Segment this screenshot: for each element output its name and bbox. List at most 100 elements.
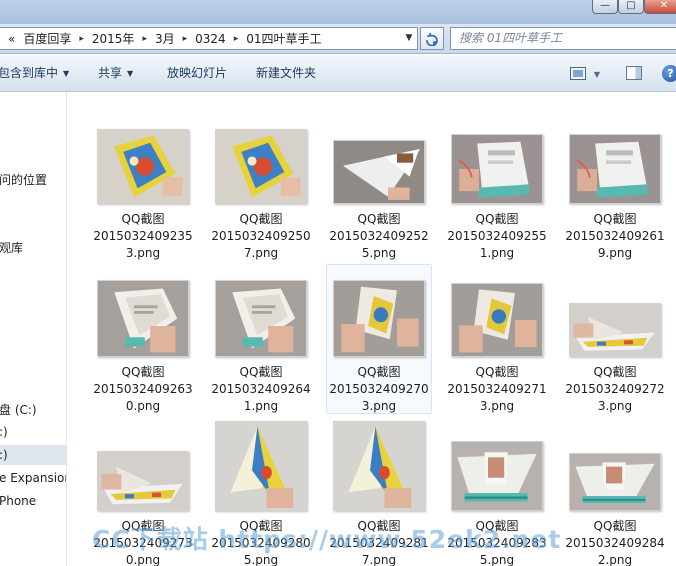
file-name-line: 0.png [125,553,161,566]
nav-item-drive[interactable]: :) [0,422,66,442]
file-name-line: 9.png [597,246,633,260]
nav-item-drive-c[interactable]: 盘 (C:) [0,400,66,420]
file-thumbnail [333,280,425,357]
file-item[interactable]: QQ截图 2015032409283 5.png [444,418,550,566]
share-button[interactable]: 共享 ▼ [98,55,133,92]
file-thumbnail [451,134,543,204]
file-item[interactable]: QQ截图 2015032409270 3.png [326,264,432,414]
nav-item-libraries[interactable]: 观库 [0,238,66,258]
file-name-line: 7.png [243,246,279,260]
nav-item-drive-selected[interactable]: :) [0,445,66,465]
file-name: QQ截图 2015032409263 0.png [91,364,195,415]
file-item[interactable]: QQ截图 2015032409261 9.png [562,111,668,261]
file-name-line: QQ截图 [239,519,283,533]
file-thumbnail [451,441,543,511]
minimize-button[interactable]: — [592,0,618,14]
file-name: QQ截图 2015032409235 3.png [91,211,195,262]
file-name-line: 5.png [361,246,397,260]
file-name: QQ截图 2015032409270 3.png [327,364,431,415]
new-folder-button[interactable]: 新建文件夹 [256,55,316,92]
chevron-down-icon: ▼ [127,69,134,78]
refresh-icon [426,33,438,47]
file-item[interactable]: QQ截图 2015032409250 7.png [208,111,314,261]
file-item[interactable]: QQ截图 2015032409264 1.png [208,264,314,414]
preview-pane-button[interactable] [626,66,642,80]
chevron-down-icon: ▼ [593,70,600,79]
file-name: QQ截图 2015032409264 1.png [209,364,313,415]
file-thumbnail [569,453,661,511]
file-item[interactable]: QQ截图 2015032409273 0.png [90,418,196,566]
file-name-line: 2.png [597,553,633,566]
nav-item-expansion-drive[interactable]: e Expansion [0,468,66,488]
file-name-line: 2015032409235 [93,229,193,243]
file-item[interactable]: QQ截图 2015032409263 0.png [90,264,196,414]
slideshow-button[interactable]: 放映幻灯片 [167,55,227,92]
file-item[interactable]: QQ截图 2015032409280 5.png [208,418,314,566]
file-name-line: 7.png [361,553,397,566]
breadcrumb-item-current[interactable]: 01四叶草手工 [242,30,325,47]
file-name-line: QQ截图 [357,365,401,379]
file-item[interactable]: QQ截图 2015032409252 5.png [326,111,432,261]
breadcrumb-item[interactable]: 0324 [191,32,230,46]
file-name-line: QQ截图 [121,212,165,226]
file-name: QQ截图 2015032409281 7.png [327,518,431,566]
address-row: « 百度回享 ▸ 2015年 ▸ 3月 ▸ 0324 ▸ 01四叶草手工 ▼ 搜… [0,24,676,54]
search-input[interactable]: 搜索 01四叶草手工 [450,27,676,50]
file-name: QQ截图 2015032409252 5.png [327,211,431,262]
nav-item-recent-places[interactable]: 问的位置 [0,170,66,190]
file-name-line: 2015032409250 [211,229,311,243]
file-name-line: 2015032409280 [211,536,311,550]
include-in-library-label: 包含到库中 [0,66,59,80]
breadcrumb-overflow-chevron[interactable]: « [4,32,19,46]
file-name-line: QQ截图 [239,365,283,379]
file-name-line: 2015032409255 [447,229,547,243]
maximize-button[interactable]: □ [618,0,644,14]
file-item[interactable]: QQ截图 2015032409284 2.png [562,418,668,566]
file-name-line: 3.png [125,246,161,260]
file-name-line: QQ截图 [475,365,519,379]
refresh-button[interactable] [420,27,444,50]
file-name-line: QQ截图 [475,519,519,533]
file-list[interactable]: QQ截图 2015032409235 3.png QQ截图 2015032409250 7… [68,93,676,566]
file-name: QQ截图 2015032409272 3.png [563,364,667,415]
file-thumbnail [215,421,307,511]
file-item[interactable]: QQ截图 2015032409271 3.png [444,264,550,414]
breadcrumb-item[interactable]: 3月 [151,30,179,47]
file-name-line: 2015032409252 [329,229,429,243]
breadcrumb-item[interactable]: 百度回享 [19,30,75,47]
file-item[interactable]: QQ截图 2015032409272 3.png [562,264,668,414]
file-name-line: 2015032409272 [565,382,665,396]
breadcrumb-item[interactable]: 2015年 [88,30,139,47]
include-in-library-button[interactable]: 包含到库中 ▼ [0,55,69,92]
file-name-line: 1.png [479,246,515,260]
nav-item-phone[interactable]: Phone [0,491,66,511]
file-name: QQ截图 2015032409284 2.png [563,518,667,566]
change-view-button[interactable]: ▼ [570,66,608,82]
file-name-line: QQ截图 [357,212,401,226]
file-name-line: 5.png [479,553,515,566]
file-item[interactable]: QQ截图 2015032409281 7.png [326,418,432,566]
breadcrumb-separator-icon[interactable]: ▸ [230,34,243,44]
file-name-line: 2015032409271 [447,382,547,396]
file-name: QQ截图 2015032409255 1.png [445,211,549,262]
breadcrumb-separator-icon[interactable]: ▸ [138,34,151,44]
file-name: QQ截图 2015032409283 5.png [445,518,549,566]
file-thumbnail [569,134,661,204]
breadcrumb-separator-icon[interactable]: ▸ [75,34,88,44]
share-label: 共享 [98,66,123,80]
command-bar: 包含到库中 ▼ 共享 ▼ 放映幻灯片 新建文件夹 ▼ ? [0,55,676,92]
file-name-line: QQ截图 [121,365,165,379]
file-item[interactable]: QQ截图 2015032409255 1.png [444,111,550,261]
address-bar[interactable]: « 百度回享 ▸ 2015年 ▸ 3月 ▸ 0324 ▸ 01四叶草手工 ▼ [0,27,418,50]
file-name-line: QQ截图 [593,212,637,226]
help-button[interactable]: ? [662,65,676,82]
file-name: QQ截图 2015032409261 9.png [563,211,667,262]
file-name-line: 2015032409270 [329,382,429,396]
address-dropdown-icon[interactable]: ▼ [401,28,417,49]
close-button[interactable]: ✕ [644,0,676,14]
breadcrumb-separator-icon[interactable]: ▸ [179,34,192,44]
file-name-line: 2015032409283 [447,536,547,550]
file-name-line: 1.png [243,399,279,413]
file-name-line: QQ截图 [121,519,165,533]
file-item[interactable]: QQ截图 2015032409235 3.png [90,111,196,261]
